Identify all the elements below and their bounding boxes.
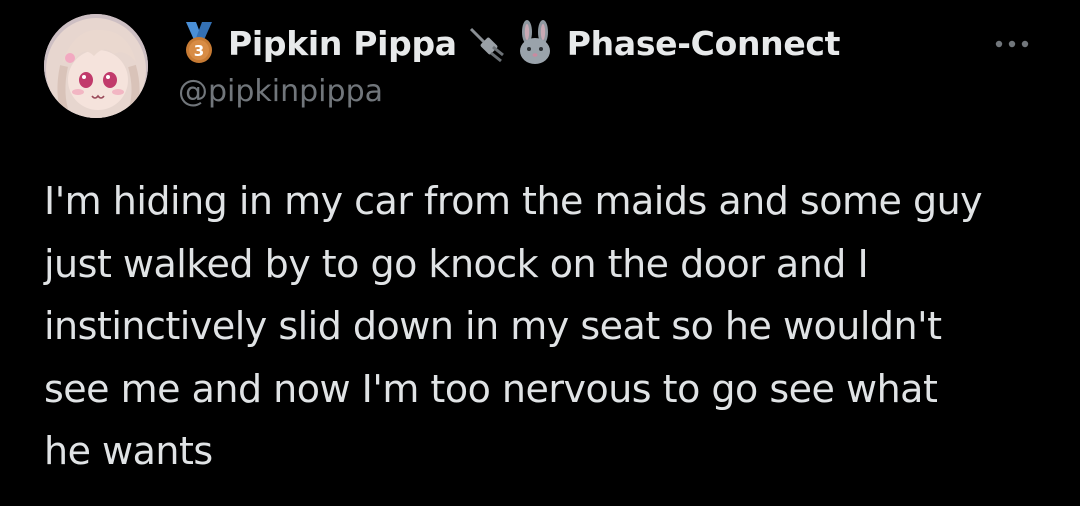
more-icon (995, 40, 1029, 48)
display-name[interactable]: Pipkin Pippa (228, 24, 457, 63)
more-button[interactable] (990, 26, 1034, 62)
medal-3-icon: 3 (178, 20, 220, 66)
svg-text:3: 3 (194, 42, 204, 60)
author-handle[interactable]: @pipkinpippa (178, 74, 383, 109)
bunny-icon (513, 20, 557, 66)
author-header: 3 Pipkin Pippa Phase-Connect (178, 18, 840, 68)
tweet: 3 Pipkin Pippa Phase-Connect @pipkinpipp… (0, 0, 1080, 506)
avatar[interactable] (44, 14, 148, 118)
plug-icon (467, 23, 507, 63)
affiliation-name[interactable]: Phase-Connect (567, 24, 841, 63)
avatar-image (44, 14, 148, 118)
tweet-text: I'm hiding in my car from the maids and … (44, 179, 983, 473)
